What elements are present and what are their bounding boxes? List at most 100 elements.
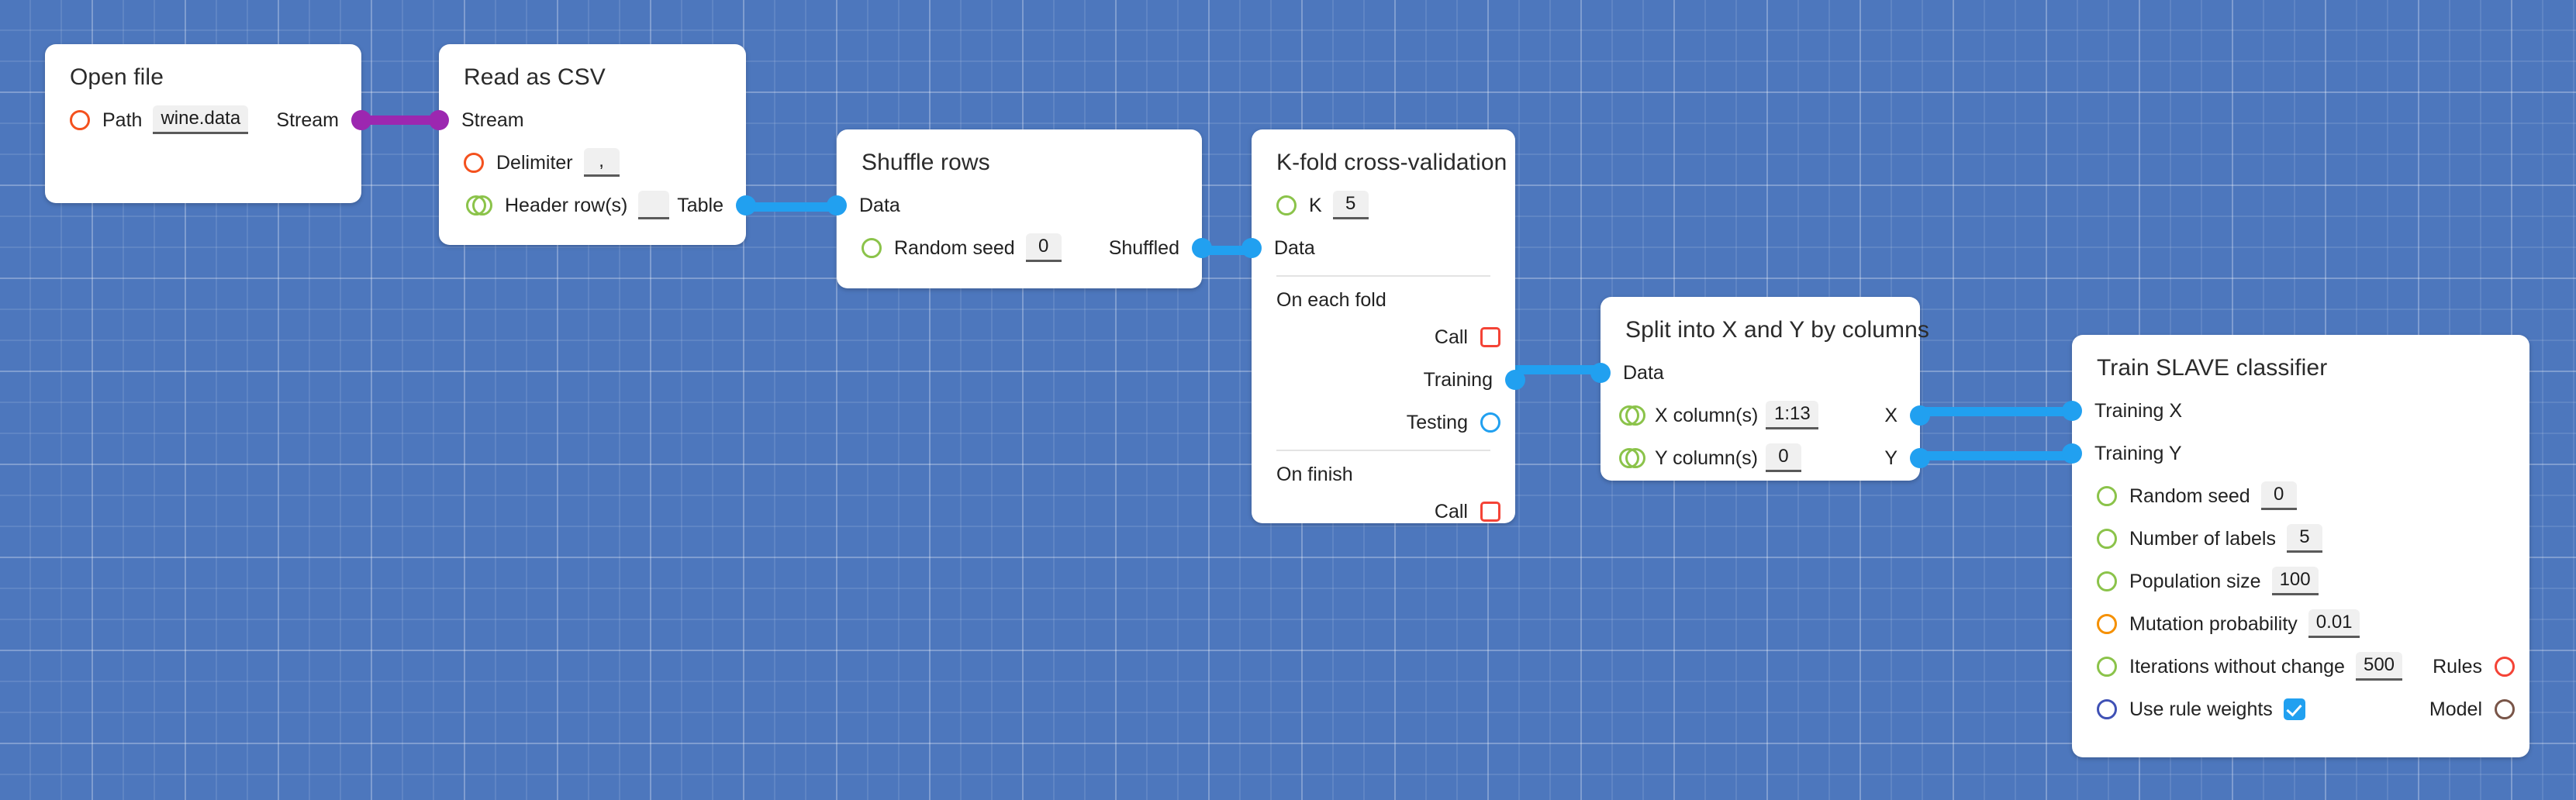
row-label: Data xyxy=(1623,361,1664,384)
node-row-random-seed[interactable]: Random seed 0 xyxy=(2072,474,2529,517)
random-seed-input-port[interactable] xyxy=(2097,485,2117,506)
node-title: K-fold cross-validation xyxy=(1276,150,1507,175)
path-input-port[interactable] xyxy=(70,109,90,130)
x-output-label: X xyxy=(1884,404,1897,426)
node-row-data[interactable]: Data xyxy=(827,184,1202,226)
node-row-iterations-without-change[interactable]: Iterations without change 500 Rules xyxy=(2072,645,2529,688)
row-label: Data xyxy=(859,194,900,216)
random-seed-field[interactable]: 0 xyxy=(2260,481,2297,510)
use-rule-weights-input-port[interactable] xyxy=(2097,698,2117,719)
model-output-port[interactable] xyxy=(2495,698,2515,719)
node-row-population-size[interactable]: Population size 100 xyxy=(2072,560,2529,602)
node-split-into-x-and-y-by-columns[interactable]: Split into X and Y by columns Data X col… xyxy=(1590,297,1930,481)
stream-output-port[interactable] xyxy=(351,109,371,130)
node-row-mutation-probability[interactable]: Mutation probability 0.01 xyxy=(2072,602,2529,645)
section-title-on-each-fold: On each fold xyxy=(1276,289,1386,311)
node-row-path[interactable]: Path wine.data Stream xyxy=(45,98,371,141)
node-row-call-on-finish[interactable]: Call xyxy=(1252,490,1515,533)
node-k-fold-cross-validation[interactable]: K-fold cross-validation K 5 Data On each… xyxy=(1241,129,1525,523)
call-output-port[interactable] xyxy=(1480,326,1500,347)
number-of-labels-input-port[interactable] xyxy=(2097,528,2117,549)
data-input-port[interactable] xyxy=(827,195,847,216)
use-rule-weights-checkbox[interactable] xyxy=(2283,698,2305,720)
mutation-probability-input-port[interactable] xyxy=(2097,613,2117,634)
node-title: Train SLAVE classifier xyxy=(2097,355,2328,381)
stream-output-label: Stream xyxy=(276,109,339,131)
row-label: Random seed xyxy=(894,236,1015,259)
k-field[interactable]: 5 xyxy=(1332,191,1369,219)
node-row-stream[interactable]: Stream xyxy=(429,98,746,141)
x-output-port[interactable] xyxy=(1910,405,1930,426)
random-seed-input-port[interactable] xyxy=(862,237,882,258)
node-row-training[interactable]: Training xyxy=(1252,358,1525,401)
row-label: Population size xyxy=(2129,570,2261,592)
node-read-as-csv[interactable]: Read as CSV Stream Delimiter , Header ro… xyxy=(429,44,756,245)
y-columns-field[interactable]: 0 xyxy=(1765,443,1801,472)
training-output-label: Training xyxy=(1423,368,1493,391)
node-title: Read as CSV xyxy=(464,64,606,90)
rules-output-port[interactable] xyxy=(2495,656,2515,677)
iterations-without-change-input-port[interactable] xyxy=(2097,656,2117,677)
node-open-file[interactable]: Open file Path wine.data Stream xyxy=(45,44,371,203)
iterations-without-change-field[interactable]: 500 xyxy=(2355,652,2402,681)
random-seed-field[interactable]: 0 xyxy=(1025,233,1062,262)
node-row-random-seed[interactable]: Random seed 0 Shuffled xyxy=(837,226,1212,269)
node-row-use-rule-weights[interactable]: Use rule weights Model xyxy=(2072,688,2529,730)
row-label: Y column(s) xyxy=(1655,447,1758,469)
stream-input-port[interactable] xyxy=(429,109,449,130)
node-row-training-y[interactable]: Training Y xyxy=(2062,432,2529,474)
x-columns-input-port[interactable] xyxy=(1619,405,1645,426)
k-input-port[interactable] xyxy=(1276,195,1297,216)
shuffled-output-label: Shuffled xyxy=(1108,236,1179,259)
delimiter-input-port[interactable] xyxy=(464,152,484,173)
training-output-port[interactable] xyxy=(1505,369,1525,390)
row-label: Data xyxy=(1274,236,1315,259)
node-row-training-x[interactable]: Training X xyxy=(2062,389,2529,432)
training-x-input-port[interactable] xyxy=(2062,400,2082,421)
node-row-y-columns[interactable]: Y column(s) 0 Y xyxy=(1601,436,1930,479)
training-y-input-port[interactable] xyxy=(2062,443,2082,464)
node-row-x-columns[interactable]: X column(s) 1:13 X xyxy=(1601,394,1930,436)
row-label: Stream xyxy=(461,109,524,131)
shuffled-output-port[interactable] xyxy=(1192,237,1212,258)
section-divider xyxy=(1276,275,1490,277)
node-title: Shuffle rows xyxy=(862,150,990,175)
row-label: Training Y xyxy=(2094,442,2182,464)
row-label: K xyxy=(1309,194,1322,216)
node-row-header-rows[interactable]: Header row(s) Table xyxy=(439,184,756,226)
header-rows-input-port[interactable] xyxy=(466,195,492,216)
call-output-label: Call xyxy=(1434,500,1468,522)
call-output-port[interactable] xyxy=(1480,501,1500,522)
node-row-data[interactable]: Data xyxy=(1590,351,1920,394)
path-field[interactable]: wine.data xyxy=(153,105,249,134)
node-title: Split into X and Y by columns xyxy=(1625,317,1930,343)
y-columns-input-port[interactable] xyxy=(1619,447,1645,468)
mutation-probability-field[interactable]: 0.01 xyxy=(2308,609,2360,638)
data-input-port[interactable] xyxy=(1241,237,1262,258)
node-row-delimiter[interactable]: Delimiter , xyxy=(439,141,746,184)
table-output-port[interactable] xyxy=(736,195,756,216)
node-row-data[interactable]: Data xyxy=(1241,226,1515,269)
node-row-number-of-labels[interactable]: Number of labels 5 xyxy=(2072,517,2529,560)
call-output-label: Call xyxy=(1434,326,1468,348)
x-columns-field[interactable]: 1:13 xyxy=(1766,401,1819,429)
node-train-slave-classifier[interactable]: Train SLAVE classifier Training X Traini… xyxy=(2062,335,2529,757)
row-label: Iterations without change xyxy=(2129,655,2345,678)
population-size-input-port[interactable] xyxy=(2097,571,2117,591)
node-title: Open file xyxy=(70,64,164,90)
population-size-field[interactable]: 100 xyxy=(2271,567,2319,595)
y-output-port[interactable] xyxy=(1910,447,1930,468)
row-label: Delimiter xyxy=(496,151,573,174)
data-input-port[interactable] xyxy=(1590,362,1611,383)
node-row-k[interactable]: K 5 xyxy=(1252,184,1515,226)
node-row-call-each-fold[interactable]: Call xyxy=(1252,316,1515,358)
node-row-testing[interactable]: Testing xyxy=(1252,401,1515,443)
model-output-label: Model xyxy=(2429,698,2482,720)
delimiter-field[interactable]: , xyxy=(583,148,620,177)
table-output-label: Table xyxy=(677,194,723,216)
number-of-labels-field[interactable]: 5 xyxy=(2286,524,2322,553)
testing-output-port[interactable] xyxy=(1480,412,1500,433)
node-graph-canvas[interactable]: Open file Path wine.data Stream Read as … xyxy=(0,0,2576,800)
node-shuffle-rows[interactable]: Shuffle rows Data Random seed 0 Shuffled xyxy=(827,129,1212,288)
header-rows-field[interactable] xyxy=(638,191,670,219)
